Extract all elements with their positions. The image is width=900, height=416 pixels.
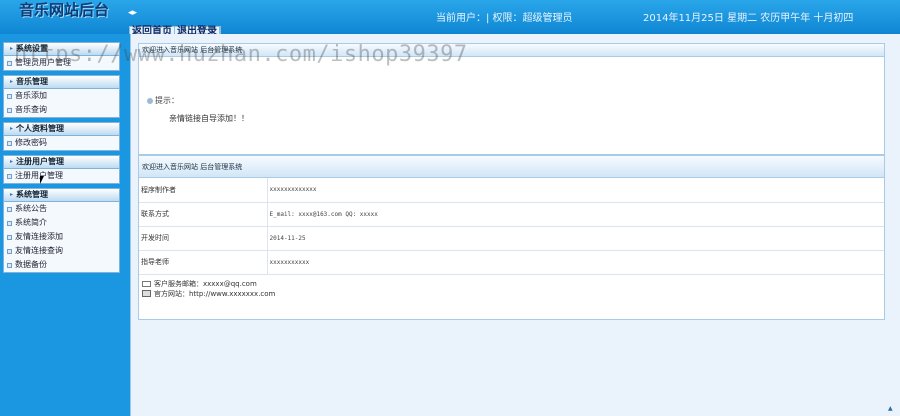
square-bullet-icon [7,234,12,240]
menu-title-label: 个人资料管理 [16,124,65,133]
info-icon [147,97,153,104]
table-row: 开发时间 2014-11-25 [139,226,884,251]
tip-label-text: 提示： [155,96,179,105]
watermark: https://www.huzhan.com/ishop39397 [14,42,468,67]
sidebar-item-label: 系统公告 [15,204,47,213]
triangle-icon: ▸ [10,45,14,52]
main-content: 欢迎进入音乐网站 后台管理系统 提示： 亲情链接自导添加！！ 欢迎进入音乐网站 … [130,34,900,416]
sidebar-item-label: 数据备份 [15,260,47,269]
square-bullet-icon [7,140,12,146]
table-row: 指导老师 xxxxxxxxxxx [139,250,884,275]
menu-title-label: 音乐管理 [16,77,49,86]
sidebar-item-label: 音乐添加 [15,91,47,100]
row-key: 联系方式 [139,202,268,227]
sidebar-item-label: 音乐查询 [15,105,47,114]
row-value: 2014-11-25 [267,226,884,251]
panel-title: 欢迎进入音乐网站 后台管理系统 [139,156,884,178]
row-key: 开发时间 [139,226,268,251]
sidebar-item-label: 友情连接添加 [15,232,63,241]
header: 音乐网站后台 ◂▸ 当前用户：| 权限：超级管理员 2014年11月25日 星期… [0,0,900,37]
square-bullet-icon [7,107,12,113]
menu-group-profile: ▸ 个人资料管理 修改密码 [3,122,120,151]
row-value: xxxxxxxxxxx [267,250,884,275]
sidebar-item-music-add[interactable]: 音乐添加 [4,89,119,103]
service-email-text: 客户服务邮箱：xxxxx@qq.com [154,279,257,288]
sidebar-item-backup[interactable]: 数据备份 [4,258,119,272]
website-text: 官方网站：http://www.xxxxxxx.com [154,289,276,298]
sidebar-item-label: 注册用户管理 [15,171,63,180]
menu-title[interactable]: ▸ 音乐管理 [4,76,119,89]
mouse-cursor-icon [40,176,44,184]
menu-title[interactable]: ▸ 系统管理 [4,189,119,202]
current-user-info: 当前用户：| 权限：超级管理员 [436,13,573,24]
tip-text: 亲情链接自导添加！！ [169,114,249,123]
sidebar-item-announcement[interactable]: 系统公告 [4,202,119,216]
menu-group-registered-users: ▸ 注册用户管理 注册用户管理 [3,155,120,184]
tip-label: 提示： [147,95,179,106]
row-value: xxxxxxxxxxxxx [267,178,884,203]
table-row: 联系方式 E_mail: xxxx@163.com QQ: xxxxx [139,202,884,227]
scroll-up-icon[interactable]: ▲ [888,405,893,412]
official-website[interactable]: 官方网站：http://www.xxxxxxx.com [142,289,884,299]
row-key: 指导老师 [139,250,268,275]
square-bullet-icon [7,262,12,268]
sidebar-item-registered-users[interactable]: 注册用户管理 [4,169,119,183]
square-bullet-icon [7,206,12,212]
menu-title[interactable]: ▸ 个人资料管理 [4,123,119,136]
info-table: 程序制作者 xxxxxxxxxxxxx 联系方式 E_mail: xxxx@163.… [139,178,884,275]
square-bullet-icon [7,220,12,226]
collapse-toggle-icon[interactable]: ◂▸ [128,8,137,18]
info-panel: 欢迎进入音乐网站 后台管理系统 程序制作者 xxxxxxxxxxxxx 联系方式 E… [138,155,885,320]
menu-group-system-management: ▸ 系统管理 系统公告 系统简介 友情连接添加 友情连接查询 数据备份 [3,188,120,273]
square-bullet-icon [7,93,12,99]
row-value: E_mail: xxxx@163.com QQ: xxxxx [267,202,884,227]
date-info: 2014年11月25日 星期二 农历甲午年 十月初四 [643,13,854,24]
sidebar-item-link-add[interactable]: 友情连接添加 [4,230,119,244]
triangle-icon: ▸ [10,78,14,85]
menu-group-music: ▸ 音乐管理 音乐添加 音乐查询 [3,75,120,118]
sidebar-item-label: 系统简介 [15,218,47,227]
sidebar-item-music-query[interactable]: 音乐查询 [4,103,119,117]
sidebar-item-system-intro[interactable]: 系统简介 [4,216,119,230]
row-key: 程序制作者 [139,178,268,203]
mail-icon [142,280,151,287]
sidebar-item-label: 修改密码 [15,138,47,147]
square-bullet-icon [7,173,12,179]
sidebar-item-change-password[interactable]: 修改密码 [4,136,119,150]
table-row: 程序制作者 xxxxxxxxxxxxx [139,178,884,203]
sidebar-item-link-query[interactable]: 友情连接查询 [4,244,119,258]
triangle-icon: ▸ [10,191,14,198]
monitor-icon [142,290,151,297]
triangle-icon: ▸ [10,125,14,132]
menu-title[interactable]: ▸ 注册用户管理 [4,156,119,169]
site-logo: 音乐网站后台 [18,1,109,19]
square-bullet-icon [7,60,12,66]
contact-block: 客户服务邮箱：xxxxx@qq.com 官方网站：http://www.xxxx… [139,275,884,299]
menu-title-label: 注册用户管理 [16,157,65,166]
square-bullet-icon [7,248,12,254]
sidebar: ▸ 系统设置 管理员用户管理 ▸ 音乐管理 音乐添加 音乐查询 ▸ 个人资料管理 修改… [0,34,130,416]
sidebar-item-label: 友情连接查询 [15,246,63,255]
triangle-icon: ▸ [10,158,14,165]
menu-title-label: 系统管理 [16,190,49,199]
service-email[interactable]: 客户服务邮箱：xxxxx@qq.com [142,279,884,289]
